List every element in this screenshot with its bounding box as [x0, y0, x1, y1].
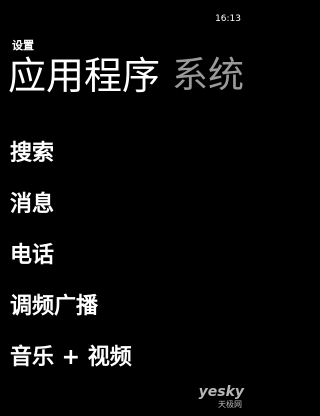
list-item-messaging[interactable]: 消息: [10, 191, 54, 219]
watermark-logo: yesky 天极网: [198, 384, 244, 410]
pivot-header: 应用程序 系统: [8, 54, 244, 98]
watermark-brand: yesky: [198, 384, 244, 400]
list-item-music-video[interactable]: 音乐 + 视频: [10, 344, 132, 372]
app-title: 设置: [12, 39, 34, 52]
status-bar: 16:13: [0, 0, 250, 30]
status-clock: 16:13: [215, 14, 241, 24]
list-item-phone[interactable]: 电话: [10, 242, 54, 270]
watermark-subtitle: 天极网: [218, 400, 242, 409]
list-item-fm-radio[interactable]: 调频广播: [10, 293, 98, 321]
list-item-search[interactable]: 搜索: [10, 140, 54, 168]
pivot-item-system[interactable]: 系统: [172, 54, 244, 98]
pivot-item-applications[interactable]: 应用程序: [8, 54, 160, 98]
